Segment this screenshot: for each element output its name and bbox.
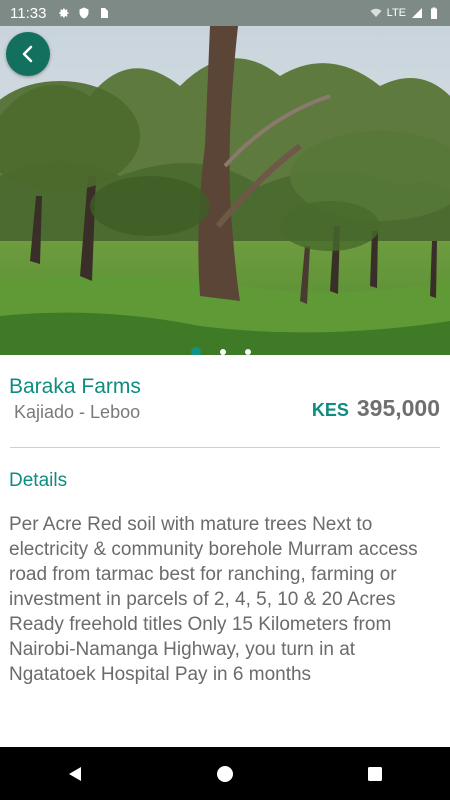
hero-image-carousel[interactable] [0,26,450,355]
nav-back-button[interactable] [55,754,95,794]
wifi-icon [370,8,382,17]
status-time: 11:33 [10,4,47,22]
system-nav-bar [0,747,450,800]
carousel-dot[interactable] [220,349,226,355]
signal-icon [412,8,422,18]
carousel-indicator [191,347,251,355]
carousel-dot[interactable] [245,349,251,355]
nav-home-button[interactable] [205,754,245,794]
shield-icon [79,7,89,19]
listing-title: Baraka Farms [9,375,141,398]
status-bar: 11:33 LTE [0,0,450,26]
price-currency: KES [311,400,349,420]
gear-icon [59,8,69,18]
back-triangle-icon [69,766,81,781]
listing-location: Kajiado - Leboo [14,402,141,422]
battery-icon [431,7,437,19]
chevron-left-icon [22,45,33,63]
divider [10,447,440,448]
price-amount: 395,000 [356,395,440,421]
back-button[interactable] [6,32,50,76]
listing-price: KES 395,000 [312,395,440,422]
home-circle-icon [217,765,233,782]
details-description: Per Acre Red soil with mature trees Next… [9,514,418,685]
nav-recents-button[interactable] [355,754,395,794]
hero-image [0,26,450,355]
recents-square-icon [368,766,382,781]
network-label: LTE [386,7,406,19]
sim-card-icon [101,8,109,18]
carousel-dot-active[interactable] [191,347,201,355]
details-heading: Details [9,470,68,491]
